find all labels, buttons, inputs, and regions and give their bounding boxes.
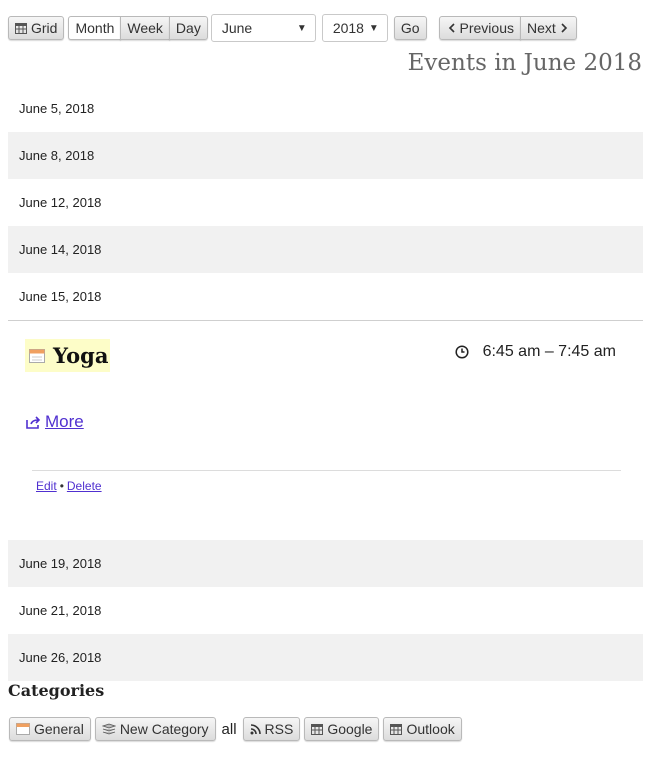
event-card: Yoga 6:45 am – 7:45 am More Edit • Delete: [8, 320, 643, 540]
month-select-value: June: [221, 20, 253, 36]
date-row: June 21, 2018: [19, 603, 102, 618]
clock-icon: [455, 345, 469, 359]
more-link[interactable]: More: [26, 412, 84, 432]
event-time-text: 6:45 am – 7:45 am: [482, 343, 616, 360]
event-list: June 5, 2018 June 8, 2018 June 12, 2018 …: [8, 85, 643, 681]
week-view-button[interactable]: Week: [120, 16, 170, 40]
category-stack-icon: [101, 723, 116, 735]
category-general-button[interactable]: General: [9, 717, 91, 741]
outlook-export-button[interactable]: Outlook: [383, 717, 462, 741]
dropdown-caret-icon: ▼: [368, 22, 379, 34]
date-row: June 19, 2018: [8, 540, 643, 587]
calendar-grid-icon: [311, 724, 324, 735]
calendar-icon: [16, 723, 30, 735]
google-label: Google: [327, 721, 373, 737]
previous-month-button[interactable]: Previous: [438, 16, 521, 40]
categories-heading: Categories: [8, 681, 105, 700]
event-title-text: Yoga: [53, 343, 109, 368]
next-month-button[interactable]: Next: [519, 16, 577, 40]
calendar-grid-icon: [390, 724, 403, 735]
date-row: June 5, 2018: [19, 101, 95, 116]
date-row: June 15, 2018: [19, 289, 102, 304]
previous-label: Previous: [459, 20, 514, 36]
event-title[interactable]: Yoga: [25, 339, 111, 372]
event-time: 6:45 am – 7:45 am: [455, 343, 616, 361]
rss-button[interactable]: RSS: [242, 717, 301, 741]
share-icon: [26, 415, 41, 429]
year-select-value: 2018: [332, 20, 364, 36]
day-view-button[interactable]: Day: [168, 16, 208, 40]
next-label: Next: [526, 20, 556, 36]
category-new-button[interactable]: New Category: [94, 717, 216, 741]
pagination-group: Previous Next: [438, 16, 577, 40]
calendar-icon: [29, 348, 45, 363]
dropdown-caret-icon: ▼: [296, 22, 307, 34]
google-export-button[interactable]: Google: [304, 717, 380, 741]
date-row: June 26, 2018: [8, 634, 643, 681]
month-view-button[interactable]: Month: [68, 16, 122, 40]
month-select[interactable]: June ▼: [210, 14, 316, 42]
calendar-toolbar: Grid Month Week Day June ▼ 2018 ▼ Go Pre…: [8, 14, 577, 42]
grid-view-label: Grid: [31, 20, 58, 36]
category-new-label: New Category: [119, 721, 209, 737]
chevron-right-icon: [561, 23, 567, 33]
rss-icon: [250, 723, 261, 734]
category-general-label: General: [34, 721, 84, 737]
calendar-grid-icon: [15, 23, 27, 34]
chevron-left-icon: [448, 23, 455, 33]
edit-link[interactable]: Edit: [36, 479, 57, 493]
date-row: June 12, 2018: [19, 195, 102, 210]
category-bar: General New Category all RSS Google Outl…: [9, 717, 462, 741]
delete-link[interactable]: Delete: [67, 479, 102, 493]
separator: •: [59, 479, 64, 493]
grid-view-button[interactable]: Grid: [8, 16, 65, 40]
page-title: Events in June 2018: [407, 50, 642, 76]
outlook-label: Outlook: [406, 721, 455, 737]
rss-label: RSS: [264, 721, 294, 737]
event-admin-links: Edit • Delete: [36, 479, 102, 493]
date-row: June 14, 2018: [8, 226, 643, 273]
more-link-text: More: [45, 412, 84, 431]
go-button[interactable]: Go: [393, 16, 427, 40]
year-select[interactable]: 2018 ▼: [321, 14, 388, 42]
date-row: June 8, 2018: [8, 132, 643, 179]
category-all-link[interactable]: all: [222, 721, 237, 738]
view-mode-group: Month Week Day: [68, 16, 208, 40]
divider: [32, 470, 621, 471]
